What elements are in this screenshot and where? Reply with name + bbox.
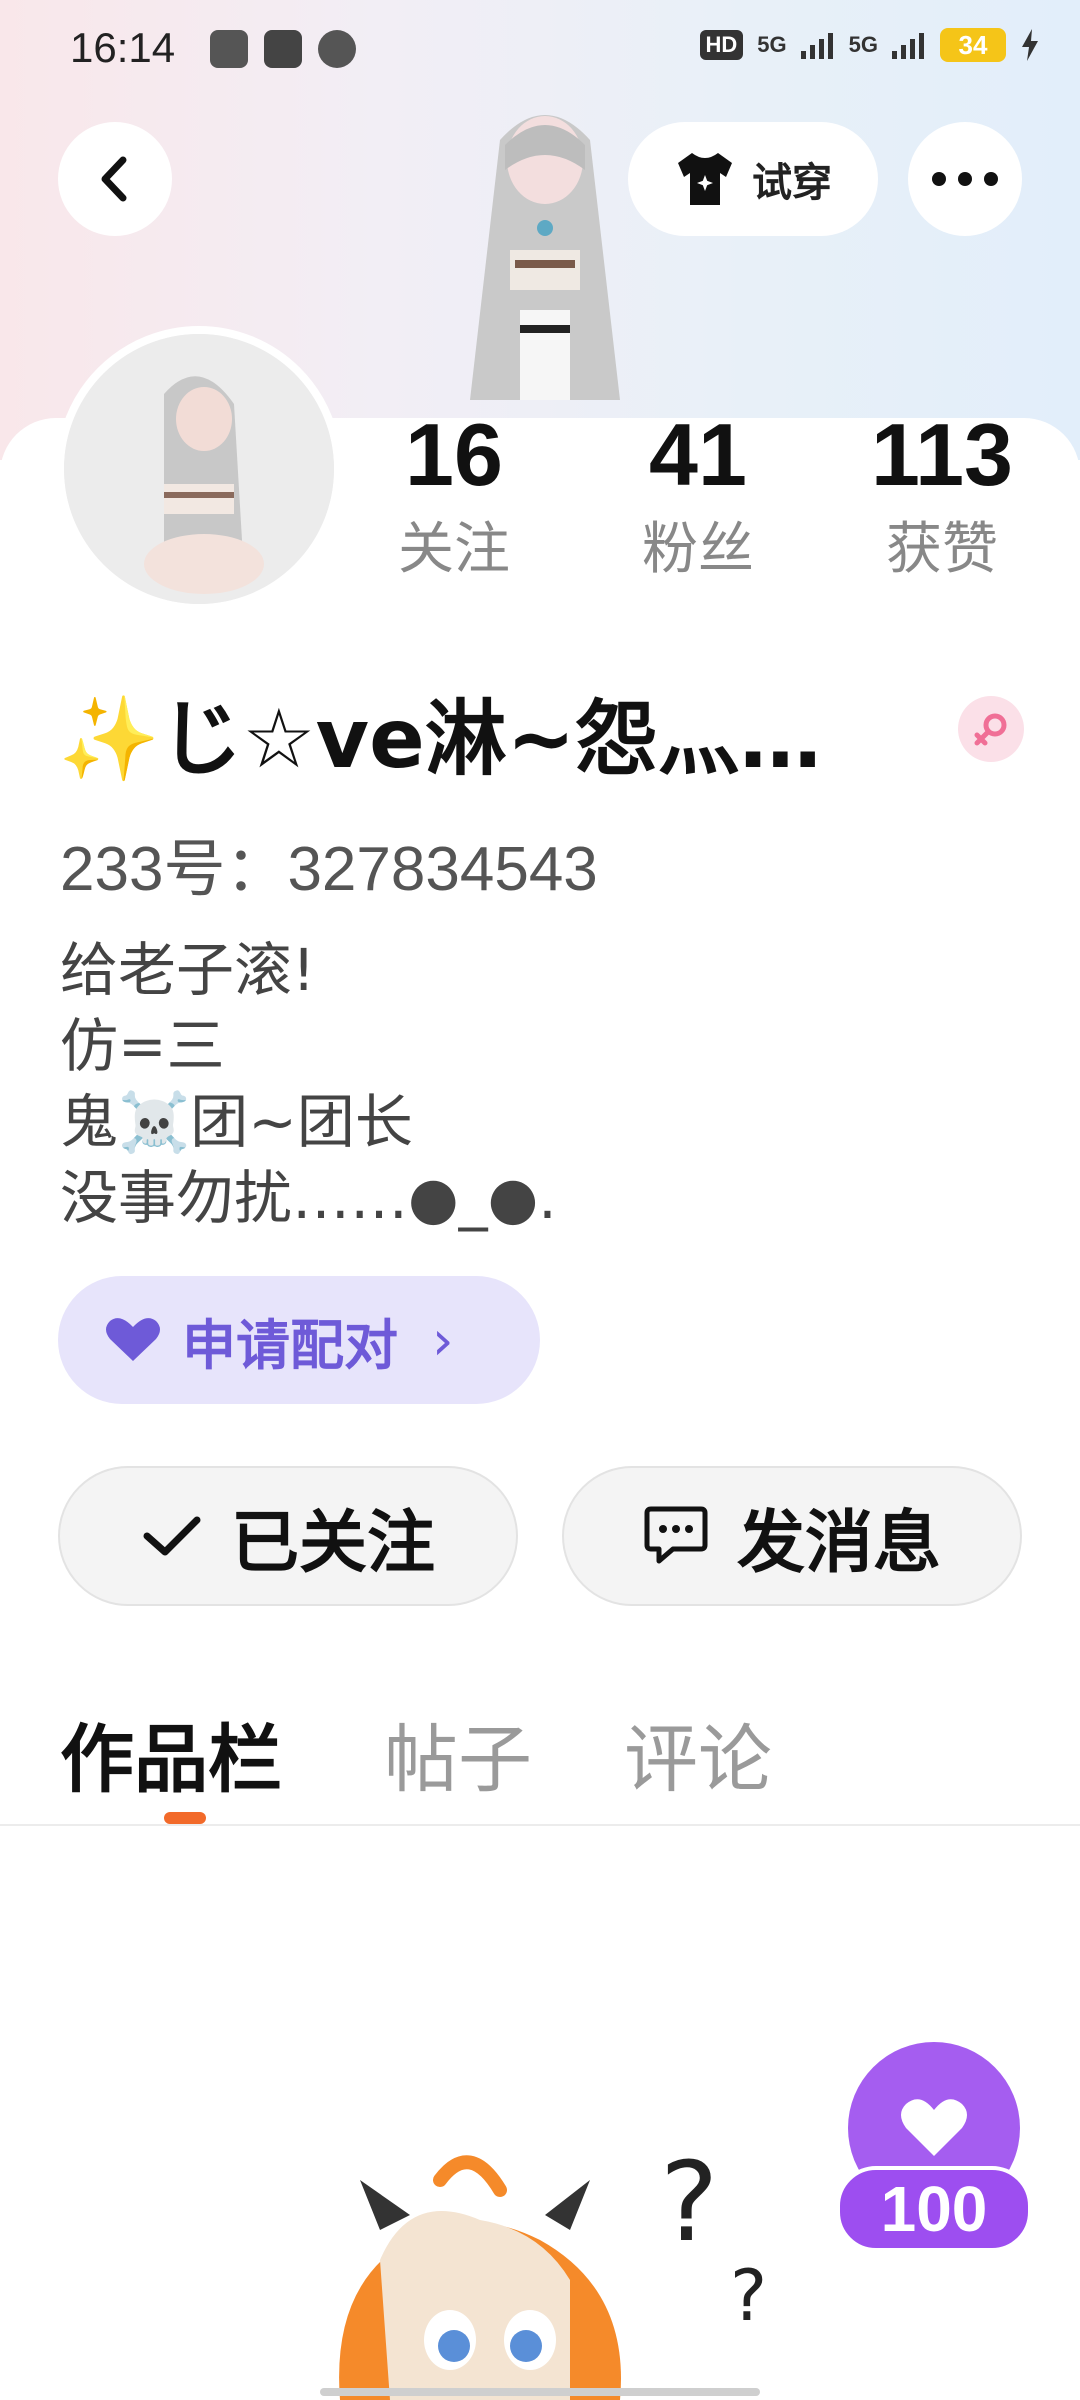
battery-indicator: 34: [940, 28, 1006, 62]
heart-icon: [901, 2099, 967, 2156]
profile-bio: 给老子滚! 仿=三 鬼☠️团~团长 没事勿扰……●_●.: [60, 932, 557, 1236]
tab-posts[interactable]: 帖子: [384, 1700, 532, 1807]
send-message-button[interactable]: 发消息: [562, 1466, 1022, 1606]
apply-pair-button[interactable]: 申请配对 ›: [58, 1276, 540, 1404]
check-icon: [143, 1516, 201, 1556]
avatar[interactable]: [56, 326, 342, 612]
stat-label: 关注: [398, 517, 510, 582]
status-right-group: HD 5G 5G 34: [699, 28, 1041, 62]
app-notification-icon: [210, 30, 248, 68]
network-indicator: 5G: [848, 32, 878, 57]
tab-works[interactable]: 作品栏: [60, 1700, 282, 1807]
chevron-left-icon: [101, 156, 127, 202]
send-message-label: 发消息: [736, 1503, 941, 1583]
stat-followers[interactable]: 41 粉丝: [598, 405, 798, 585]
tshirt-icon: [678, 153, 732, 205]
stat-following[interactable]: 16 关注: [354, 405, 554, 585]
tab-comments[interactable]: 评论: [624, 1700, 772, 1807]
try-on-button[interactable]: 试穿: [628, 122, 878, 236]
profile-name: ✨じ☆ve淋~怨灬…: [58, 692, 822, 787]
stat-likes[interactable]: 113 获赞: [842, 405, 1042, 585]
network-indicator: 5G: [757, 32, 787, 57]
followed-label: 已关注: [230, 1503, 435, 1583]
hd-badge: HD: [699, 30, 744, 60]
more-options-button[interactable]: [908, 122, 1022, 236]
female-icon: [958, 696, 1024, 762]
status-time: 16:14: [70, 24, 176, 71]
svg-text:?: ?: [660, 2138, 718, 2266]
back-button[interactable]: [58, 122, 172, 236]
like-count: 100: [836, 2166, 1032, 2252]
home-indicator[interactable]: [320, 2388, 760, 2396]
stat-label: 获赞: [886, 517, 998, 582]
charging-icon: [1022, 29, 1038, 61]
empty-state-illustration: ? ?: [339, 2138, 767, 2400]
signal-icon: [800, 33, 833, 59]
heart-icon: [106, 1318, 160, 1361]
chat-bubble-icon: [644, 1506, 708, 1564]
tab-divider: [0, 1824, 1080, 1826]
try-on-label: 试穿: [752, 160, 832, 206]
more-horizontal-icon: [932, 172, 998, 186]
chevron-right-icon: ›: [432, 1308, 454, 1372]
stat-value: 16: [405, 405, 503, 504]
tab-active-indicator: [164, 1812, 206, 1824]
app-notification-icon: [318, 30, 356, 68]
svg-text:?: ?: [730, 2255, 767, 2337]
bio-line: 没事勿扰……●_●.: [60, 1164, 557, 1232]
stat-label: 粉丝: [642, 517, 754, 582]
stat-value: 113: [871, 405, 1013, 504]
like-badge[interactable]: 100: [836, 2042, 1032, 2262]
stat-value: 41: [649, 405, 747, 504]
user-id: 233号：327834543: [60, 835, 598, 904]
app-notification-icon: [264, 30, 302, 68]
followed-button[interactable]: 已关注: [58, 1466, 518, 1606]
apply-pair-label: 申请配对: [182, 1313, 398, 1377]
signal-icon: [892, 33, 924, 59]
bio-line: 仿=三: [60, 1012, 225, 1080]
avatar-image: [64, 334, 334, 604]
status-bar: 16:14 HD 5G 5G 34: [0, 0, 1080, 100]
bio-line: 给老子滚!: [60, 936, 316, 1004]
bio-line: 鬼☠️团~团长: [60, 1088, 413, 1156]
